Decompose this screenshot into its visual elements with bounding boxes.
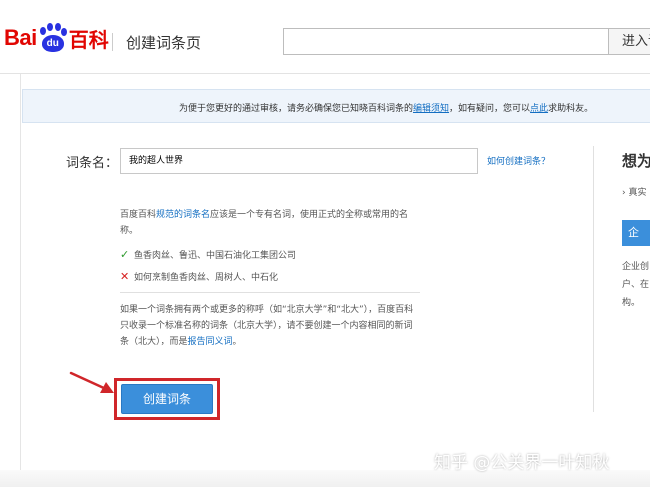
entry-name-input[interactable]: 我的超人世界 bbox=[120, 148, 478, 174]
content-frame bbox=[20, 74, 650, 487]
naming-hint: 百度百科规范的词条名应该是一个专有名词，使用正式的全称或常用的名称。 bbox=[120, 207, 420, 239]
hint-divider bbox=[120, 292, 420, 293]
notice-suffix: 求助科友。 bbox=[548, 104, 594, 114]
edit-rules-link[interactable]: 编辑须知 bbox=[413, 104, 449, 114]
logo-du-text: du bbox=[41, 35, 64, 52]
zhihu-watermark: 知乎 @公关界一叶知秋 bbox=[434, 453, 610, 473]
right-panel-title: 想为 bbox=[622, 152, 650, 170]
notice-middle: ，如有疑问，您可以 bbox=[449, 104, 531, 114]
how-to-create-link[interactable]: 如何创建词条？ bbox=[487, 154, 550, 167]
baidu-baike-logo[interactable]: Bai du 百科 bbox=[4, 20, 109, 56]
bad-example-row: ✕ 如何烹制鱼香肉丝、周树人、中石化 bbox=[120, 270, 278, 283]
notice-bar: 为便于您更好的通过审核，请务必确保您已知晓百科词条的编辑须知，如有疑问，您可以点… bbox=[22, 89, 650, 123]
entry-name-label: 词条名： bbox=[66, 156, 119, 171]
right-panel-divider bbox=[593, 146, 594, 412]
right-panel-item: › 真实 bbox=[622, 188, 647, 198]
good-example-text: 鱼香肉丝、鲁迅、中国石油化工集团公司 bbox=[134, 251, 297, 261]
click-here-link[interactable]: 点此 bbox=[530, 104, 548, 114]
check-icon: ✓ bbox=[120, 248, 130, 261]
good-example-row: ✓ 鱼香肉丝、鲁迅、中国石油化工集团公司 bbox=[120, 248, 296, 261]
synonym-hint: 如果一个词条拥有两个或更多的称呼（如“北京大学”和“北大”），百度百科只收录一个… bbox=[120, 302, 420, 350]
notice-prefix: 为便于您更好的通过审核，请务必确保您已知晓百科词条的 bbox=[179, 104, 414, 114]
paw-icon: du bbox=[38, 23, 68, 53]
enterprise-button[interactable]: 企 bbox=[622, 220, 650, 246]
page-title: 创建词条页 bbox=[126, 34, 202, 52]
hint2-end: 。 bbox=[232, 337, 242, 347]
cross-icon: ✕ bbox=[120, 270, 130, 283]
header-divider bbox=[112, 33, 113, 51]
logo-bai-text: Bai bbox=[4, 25, 37, 50]
notice-text: 为便于您更好的通过审核，请务必确保您已知晓百科词条的编辑须知，如有疑问，您可以点… bbox=[179, 101, 593, 114]
search-input[interactable] bbox=[283, 28, 609, 55]
hint1-prefix: 百度百科 bbox=[120, 210, 157, 220]
right-panel-description: 企业创户、在构。 bbox=[622, 262, 650, 308]
logo-baike-text: 百科 bbox=[68, 27, 109, 52]
red-arrow-icon bbox=[69, 371, 114, 393]
create-entry-button[interactable]: 创建词条 bbox=[121, 384, 213, 414]
header: Bai du 百科 创建词条页 进入词条 bbox=[0, 0, 650, 74]
report-synonym-link[interactable]: 报告同义词 bbox=[188, 337, 233, 347]
standard-name-link[interactable]: 规范的词条名 bbox=[156, 210, 210, 220]
enter-entry-button[interactable]: 进入词条 bbox=[608, 28, 650, 55]
hint2-text: 如果一个词条拥有两个或更多的称呼（如“北京大学”和“北大”），百度百科只收录一个… bbox=[120, 305, 414, 347]
bad-example-text: 如何烹制鱼香肉丝、周树人、中石化 bbox=[134, 273, 279, 283]
